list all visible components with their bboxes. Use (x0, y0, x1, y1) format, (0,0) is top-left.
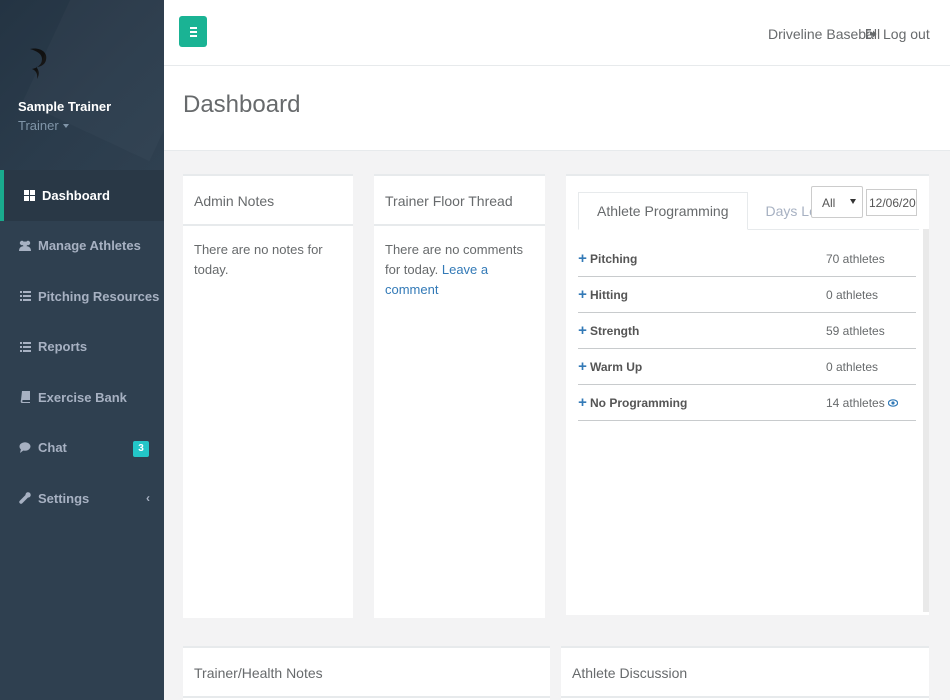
tab-athlete-programming[interactable]: Athlete Programming (578, 192, 748, 230)
programming-row-label: No Programming (590, 395, 688, 410)
programming-row[interactable]: + Pitching 70 athletes (578, 241, 916, 277)
profile-name[interactable]: Sample Trainer (18, 99, 164, 114)
programming-row-count: 59 athletes (826, 323, 885, 338)
programming-row-count-label: 14 athletes (826, 395, 885, 410)
sidebar-item-manage-athletes[interactable]: Manage Athletes (0, 221, 164, 272)
sidebar-item-label: Exercise Bank (38, 389, 127, 405)
profile-header: Sample Trainer Trainer (0, 0, 164, 170)
caret-down-icon (62, 123, 69, 128)
book-icon (18, 390, 32, 404)
sidebar-item-label: Pitching Resources (38, 288, 160, 304)
programming-row-name: + Warm Up (578, 358, 642, 375)
trainer-health-notes-panel: Trainer/Health Notes (183, 646, 550, 700)
sidebar-item-label: Dashboard (42, 187, 110, 203)
health-notes-title: Trainer/Health Notes (183, 648, 550, 698)
plus-icon: + (578, 358, 587, 375)
trainer-thread-title: Trainer Floor Thread (374, 176, 545, 226)
athlete-discussion-panel: Athlete Discussion (561, 646, 929, 700)
plus-icon: + (578, 322, 587, 339)
sidebar-item-pitching-resources[interactable]: Pitching Resources (0, 271, 164, 322)
programming-row-count: 70 athletes (826, 251, 885, 266)
sidebar-item-label: Settings (38, 490, 90, 506)
select-arrow-icon (850, 199, 856, 204)
programming-row-count: 0 athletes (826, 287, 879, 302)
programming-row-name: + Hitting (578, 286, 628, 303)
date-input[interactable]: 12/06/2018 (866, 189, 917, 216)
programming-row-name: + Pitching (578, 250, 637, 267)
filter-select[interactable]: All (811, 186, 863, 218)
admin-notes-title: Admin Notes (183, 176, 353, 226)
plus-icon: + (578, 286, 587, 303)
plus-icon: + (578, 250, 587, 267)
filter-select-value: All (822, 196, 836, 210)
top-navbar: Driveline Baseball Log out (164, 0, 950, 66)
trainer-thread-body: There are no comments for today. Leave a… (374, 226, 545, 314)
comment-icon (18, 441, 32, 455)
admin-notes-body: There are no notes for today. (194, 242, 323, 277)
programming-row[interactable]: + Strength 59 athletes (578, 313, 916, 349)
page-heading: Dashboard (164, 66, 950, 151)
trainer-floor-thread-panel: Trainer Floor Thread There are no commen… (374, 174, 545, 618)
sidebar-nav: Dashboard Manage Athletes Pitching Resou… (0, 170, 164, 524)
logout-label: Log out (883, 26, 930, 42)
programming-row[interactable]: + No Programming 14 athletes (578, 385, 916, 421)
logout-link[interactable]: Log out (866, 26, 930, 42)
programming-row-name: + Strength (578, 322, 639, 339)
programming-row-label: Hitting (590, 287, 628, 302)
users-icon (18, 239, 32, 253)
plus-icon: + (578, 394, 587, 411)
sidebar-item-dashboard[interactable]: Dashboard (0, 170, 164, 221)
list-icon (18, 289, 32, 303)
panel-scrollbar[interactable] (923, 229, 929, 612)
sidebar-item-settings[interactable]: Settings ‹ (0, 473, 164, 524)
page-title: Dashboard (183, 91, 301, 118)
driveline-logo-icon (30, 48, 47, 79)
programming-row[interactable]: + Warm Up 0 athletes (578, 349, 916, 385)
th-large-icon (22, 188, 36, 202)
programming-row-label: Pitching (590, 251, 638, 266)
sidebar-item-reports[interactable]: Reports (0, 322, 164, 373)
programming-row-label: Strength (590, 323, 640, 338)
chevron-left-icon: ‹ (146, 491, 150, 506)
sidebar-item-label: Manage Athletes (38, 238, 141, 254)
sidebar-item-exercise-bank[interactable]: Exercise Bank (0, 372, 164, 423)
sidebar-item-chat[interactable]: Chat 3 (0, 423, 164, 474)
programming-row-name: + No Programming (578, 394, 687, 411)
programming-row[interactable]: + Hitting 0 athletes (578, 277, 916, 313)
programming-tabs: Athlete Programming Days Left (578, 192, 843, 230)
admin-notes-panel: Admin Notes There are no notes for today… (183, 174, 353, 618)
programming-row-label: Warm Up (590, 359, 643, 374)
athlete-programming-panel: Athlete Programming Days Left All 12/06/… (566, 174, 929, 615)
chat-count-badge: 3 (133, 440, 149, 457)
sign-out-icon (866, 29, 877, 39)
eye-icon[interactable] (887, 398, 898, 407)
sidebar-item-label: Chat (38, 440, 67, 456)
menu-toggle-button[interactable] (179, 16, 207, 47)
sidebar: Sample Trainer Trainer Dashboard Manage … (0, 0, 164, 700)
list-icon (18, 340, 32, 354)
brand-link[interactable]: Driveline Baseball (768, 26, 880, 42)
athlete-discussion-title: Athlete Discussion (561, 648, 929, 698)
profile-role-dropdown[interactable]: Trainer (18, 118, 164, 133)
sidebar-item-label: Reports (38, 339, 88, 355)
wrench-icon (18, 491, 32, 505)
programming-row-count: 14 athletes (826, 396, 898, 410)
programming-row-count: 0 athletes (826, 359, 879, 374)
profile-role-label: Trainer (18, 118, 59, 133)
